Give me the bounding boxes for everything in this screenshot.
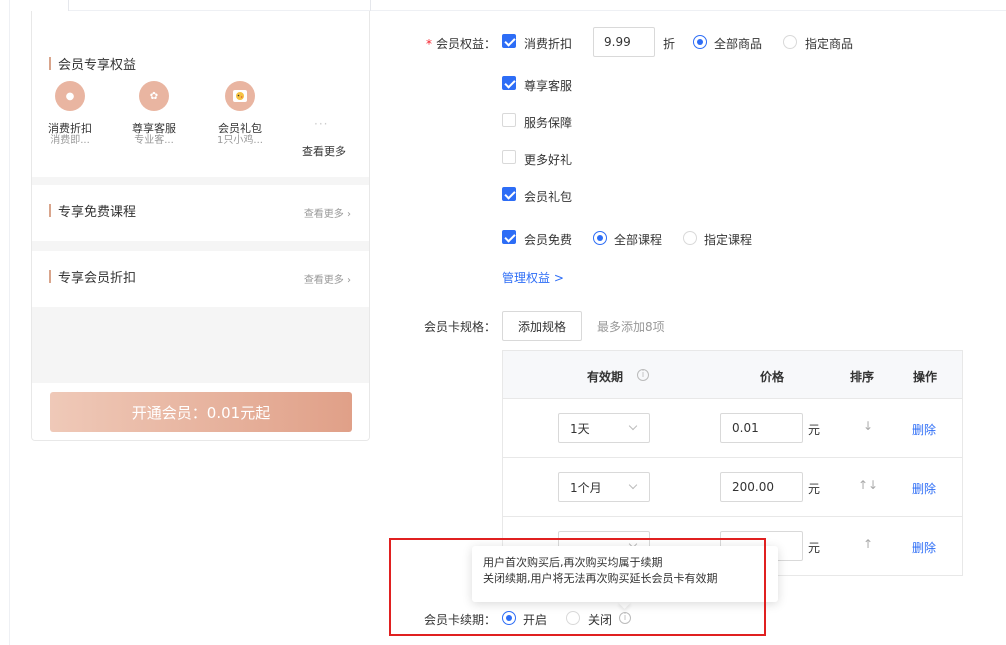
courses-card: 专享免费课程 查看更多 › (32, 185, 369, 241)
more-link[interactable]: 查看更多 › (304, 271, 351, 286)
divider (68, 0, 69, 11)
section-title: 专享免费课程 (49, 201, 136, 220)
more-dots-icon: ··· (314, 117, 329, 131)
validity-select[interactable]: 1天 (558, 413, 650, 443)
validity-select[interactable]: 1个月 (558, 472, 650, 502)
option-label: 尊享客服 (524, 79, 573, 93)
top-divider (68, 0, 1006, 11)
discount-label: 消费折扣 (524, 37, 573, 51)
option-label: 更多好礼 (524, 153, 573, 167)
all-products-label: 全部商品 (714, 37, 763, 51)
guarantee-checkbox[interactable] (502, 113, 516, 127)
unit-label: 元 (808, 482, 821, 496)
section-title: 专享会员折扣 (49, 267, 136, 286)
benefit-item[interactable]: ✿ 尊享客服 专业客... (124, 81, 184, 146)
more-link[interactable]: 查看更多 › (304, 205, 351, 220)
add-spec-button[interactable]: 添加规格 (502, 311, 582, 341)
all-products-radio[interactable] (693, 35, 707, 49)
price-input[interactable]: 0.01 (720, 413, 803, 443)
chevron-down-icon (628, 421, 638, 431)
benefits-label: * 会员权益： (425, 37, 496, 51)
open-membership-button[interactable]: 开通会员：0.01元起 (50, 392, 352, 432)
unit-label: 元 (808, 541, 821, 555)
header-sort: 排序 (850, 370, 875, 384)
service-checkbox[interactable] (502, 76, 516, 90)
specific-products-label: 指定商品 (805, 37, 854, 51)
all-courses-radio[interactable] (593, 231, 607, 245)
specific-products-radio[interactable] (783, 35, 797, 49)
table-header: 有效期 i 价格 排序 操作 (503, 351, 962, 399)
discount-card: 专享会员折扣 查看更多 › (32, 251, 369, 307)
free-checkbox[interactable] (502, 230, 516, 244)
sort-arrows[interactable]: ↑ (853, 537, 883, 551)
section-title: 会员专享权益 (49, 54, 136, 73)
header-validity: 有效期 (587, 370, 624, 384)
all-courses-label: 全部课程 (614, 233, 663, 247)
header-action: 操作 (913, 370, 938, 384)
divider (370, 0, 371, 11)
highlight-box (389, 538, 766, 636)
specific-courses-radio[interactable] (683, 231, 697, 245)
sort-arrows[interactable]: ↓ (853, 419, 883, 433)
unit-label: 元 (808, 423, 821, 437)
manage-benefits-link[interactable]: 管理权益 > (502, 269, 564, 286)
free-label: 会员免费 (524, 233, 573, 247)
table-row: 1天 0.01 元 ↓ 删除 (503, 399, 962, 458)
table-row: 1个月 200.00 元 ↑↓ 删除 (503, 458, 962, 517)
sort-arrows[interactable]: ↑↓ (853, 478, 883, 492)
header-price: 价格 (760, 370, 785, 384)
benefit-item[interactable]: ● 消费折扣 消费即... (40, 81, 100, 146)
discount-input[interactable]: 9.99 (593, 27, 655, 57)
tag-icon: ● (55, 81, 85, 111)
discount-unit: 折 (663, 37, 676, 51)
price-input[interactable]: 200.00 (720, 472, 803, 502)
member-preview: 会员专享权益 ● 消费折扣 消费即... ✿ 尊享客服 专业客... 会员礼包 … (31, 11, 370, 441)
footer-bar: 开通会员：0.01元起 (32, 383, 369, 440)
service-icon: ✿ (139, 81, 169, 111)
spec-label: 会员卡规格： (423, 320, 496, 334)
left-edge (0, 0, 10, 645)
discount-checkbox[interactable] (502, 34, 516, 48)
spec-hint: 最多添加8项 (597, 320, 665, 334)
delete-link[interactable]: 删除 (912, 539, 936, 556)
specific-courses-label: 指定课程 (704, 233, 753, 247)
gifts-checkbox[interactable] (502, 150, 516, 164)
option-label: 服务保障 (524, 116, 573, 130)
chevron-down-icon (628, 480, 638, 490)
benefit-item[interactable]: 会员礼包 1只小鸡... (210, 81, 270, 146)
option-label: 会员礼包 (524, 190, 573, 204)
info-icon[interactable]: i (637, 369, 649, 381)
delete-link[interactable]: 删除 (912, 480, 936, 497)
see-more-link[interactable]: 查看更多 (302, 143, 346, 159)
gift-pack-checkbox[interactable] (502, 187, 516, 201)
benefits-card: 会员专享权益 ● 消费折扣 消费即... ✿ 尊享客服 专业客... 会员礼包 … (32, 11, 369, 177)
gift-icon (225, 81, 255, 111)
delete-link[interactable]: 删除 (912, 421, 936, 438)
